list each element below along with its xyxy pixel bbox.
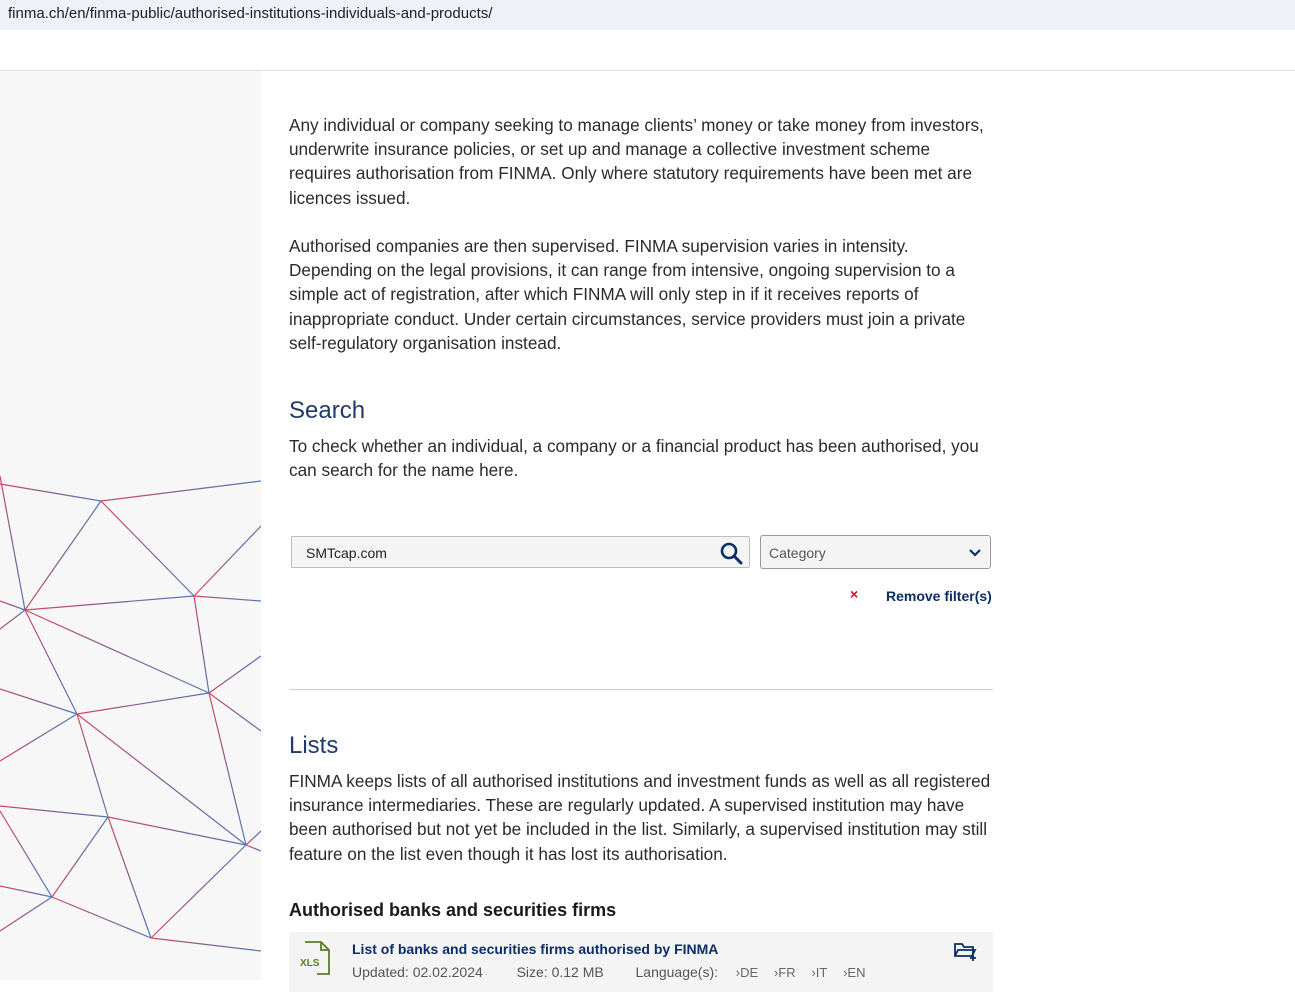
search-input[interactable]: SMTcap.com — [291, 536, 750, 568]
file-size: Size: 0.12 MB — [516, 964, 604, 980]
search-input-value[interactable]: SMTcap.com — [306, 545, 387, 561]
site-header — [0, 30, 1295, 71]
language-link-en[interactable]: ›EN — [843, 965, 865, 980]
intro-paragraph-2: Authorised companies are then supervised… — [289, 236, 966, 353]
category-select[interactable]: Category — [760, 535, 991, 569]
lists-heading: Lists — [289, 732, 339, 759]
file-meta: Updated: 02.02.2024 Size: 0.12 MB Langua… — [352, 964, 865, 980]
search-icon[interactable] — [719, 541, 743, 565]
category-placeholder: Category — [769, 545, 826, 561]
file-title-link[interactable]: List of banks and securities firms autho… — [352, 941, 718, 957]
chevron-down-icon[interactable] — [968, 546, 982, 560]
polygon-network-graphic — [0, 475, 261, 952]
folder-add-icon[interactable] — [953, 940, 977, 962]
banks-section-title: Authorised banks and securities firms — [289, 900, 617, 920]
lists-description: FINMA keeps lists of all authorised inst… — [289, 771, 991, 864]
language-link-de[interactable]: ›DE — [736, 965, 758, 980]
address-url[interactable]: finma.ch/en/finma-public/authorised-inst… — [8, 5, 492, 22]
intro-paragraph-1: Any individual or company seeking to man… — [289, 115, 984, 208]
language-link-fr[interactable]: ›FR — [774, 965, 796, 980]
file-updated: Updated: 02.02.2024 — [352, 964, 483, 980]
file-download-row[interactable]: XLS List of banks and securities firms a… — [289, 932, 993, 992]
remove-filters-link[interactable]: Remove filter(s) — [886, 588, 992, 604]
remove-filters-icon[interactable]: × — [850, 586, 858, 602]
xls-file-icon: XLS — [300, 941, 330, 975]
search-description: To check whether an individual, a compan… — [289, 436, 979, 481]
xls-icon-label: XLS — [300, 958, 320, 969]
section-divider — [289, 689, 993, 690]
search-heading: Search — [289, 397, 366, 424]
address-bar[interactable]: finma.ch/en/finma-public/authorised-inst… — [0, 0, 1295, 30]
file-languages-label: Language(s): — [635, 964, 719, 980]
decorative-sidebar — [0, 71, 261, 980]
language-link-it[interactable]: ›IT — [811, 965, 827, 980]
